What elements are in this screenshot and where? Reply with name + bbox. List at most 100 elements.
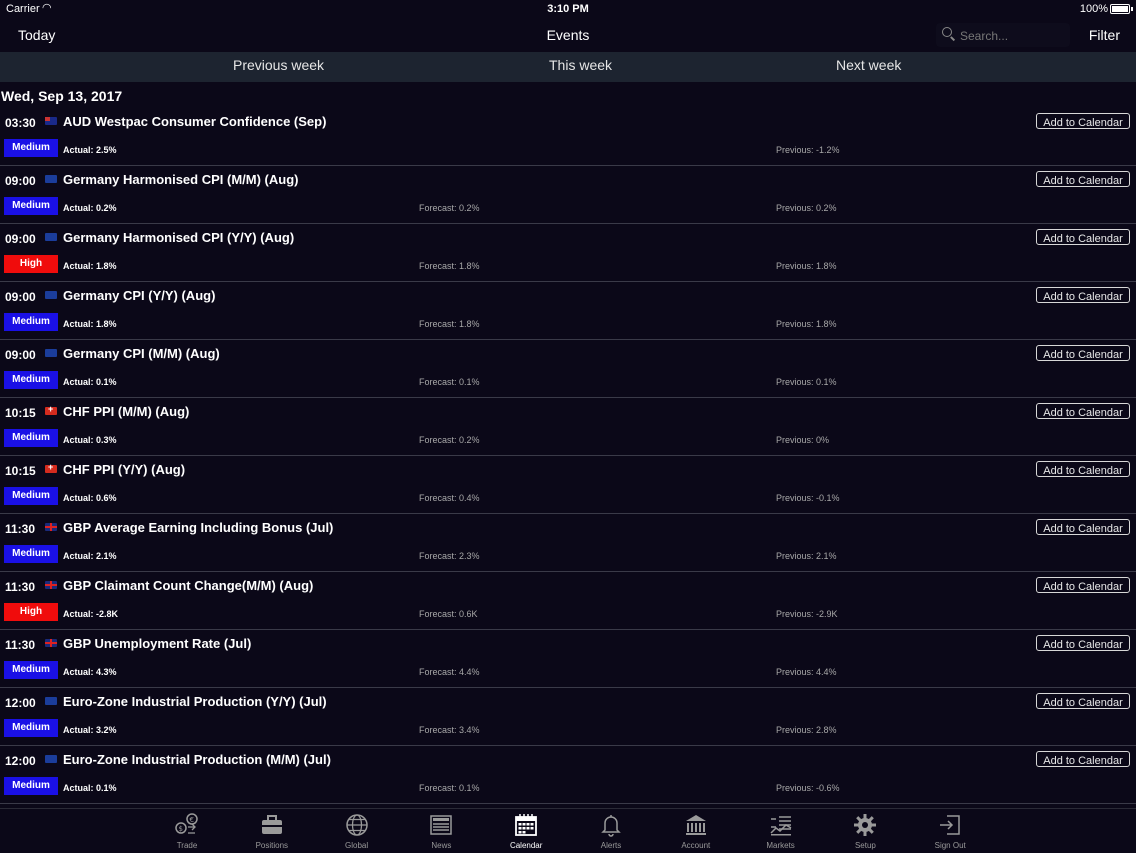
forecast-value: Forecast: 0.1% bbox=[419, 377, 480, 387]
event-row[interactable]: 11:30 GBP Unemployment Rate (Jul) Add to… bbox=[0, 630, 1136, 688]
events-list: 03:30 AUD Westpac Consumer Confidence (S… bbox=[0, 108, 1136, 804]
event-name: GBP Unemployment Rate (Jul) bbox=[63, 636, 252, 651]
previous-value: Previous: 1.8% bbox=[776, 261, 837, 271]
tab-label: Sign Out bbox=[934, 841, 966, 850]
tab-news[interactable]: News bbox=[411, 813, 471, 850]
flag-eu-icon bbox=[45, 697, 57, 705]
previous-value: Previous: 1.8% bbox=[776, 319, 837, 329]
tab-label: Global bbox=[345, 841, 369, 850]
tab-markets[interactable]: Markets bbox=[751, 813, 811, 850]
event-time: 11:30 bbox=[5, 522, 36, 536]
add-to-calendar-button[interactable]: Add to Calendar bbox=[1036, 519, 1130, 535]
actual-value: Actual: 2.1% bbox=[63, 551, 117, 561]
event-name: Euro-Zone Industrial Production (Y/Y) (J… bbox=[63, 694, 327, 709]
impact-badge: Medium bbox=[4, 661, 58, 679]
event-row[interactable]: 11:30 GBP Claimant Count Change(M/M) (Au… bbox=[0, 572, 1136, 630]
tab-positions[interactable]: Positions bbox=[242, 813, 302, 850]
briefcase-icon bbox=[260, 813, 284, 837]
event-row[interactable]: 10:15 CHF PPI (M/M) (Aug) Add to Calenda… bbox=[0, 398, 1136, 456]
event-name: Germany Harmonised CPI (Y/Y) (Aug) bbox=[63, 230, 295, 245]
event-name: CHF PPI (Y/Y) (Aug) bbox=[63, 462, 186, 477]
add-to-calendar-button[interactable]: Add to Calendar bbox=[1036, 403, 1130, 419]
impact-badge: Medium bbox=[4, 719, 58, 737]
tab-label: Calendar bbox=[509, 841, 543, 850]
next-week-button[interactable]: Next week bbox=[836, 57, 901, 73]
event-row[interactable]: 10:15 CHF PPI (Y/Y) (Aug) Add to Calenda… bbox=[0, 456, 1136, 514]
event-row[interactable]: 11:30 GBP Average Earning Including Bonu… bbox=[0, 514, 1136, 572]
add-to-calendar-button[interactable]: Add to Calendar bbox=[1036, 229, 1130, 245]
event-name: Germany Harmonised CPI (M/M) (Aug) bbox=[63, 172, 299, 187]
event-name: Germany CPI (Y/Y) (Aug) bbox=[63, 288, 216, 303]
tab-sign-out[interactable]: Sign Out bbox=[920, 813, 980, 850]
actual-value: Actual: 0.2% bbox=[63, 203, 117, 213]
event-row[interactable]: 09:00 Germany Harmonised CPI (M/M) (Aug)… bbox=[0, 166, 1136, 224]
forecast-value: Forecast: 4.4% bbox=[419, 667, 480, 677]
event-time: 03:30 bbox=[5, 116, 36, 130]
date-header: Wed, Sep 13, 2017 bbox=[1, 88, 123, 104]
previous-value: Previous: 0.1% bbox=[776, 377, 837, 387]
actual-value: Actual: -2.8K bbox=[63, 609, 119, 619]
add-to-calendar-button[interactable]: Add to Calendar bbox=[1036, 345, 1130, 361]
forecast-value: Forecast: 0.4% bbox=[419, 493, 480, 503]
event-name: CHF PPI (M/M) (Aug) bbox=[63, 404, 190, 419]
status-bar: Carrier ◠ 3:10 PM 100% bbox=[0, 0, 1136, 18]
previous-value: Previous: 2.8% bbox=[776, 725, 837, 735]
tab-setup[interactable]: Setup bbox=[835, 813, 895, 850]
impact-badge: Medium bbox=[4, 197, 58, 215]
search-box[interactable] bbox=[936, 23, 1070, 47]
flag-au-icon bbox=[45, 117, 57, 125]
flag-ch-icon bbox=[45, 462, 57, 473]
add-to-calendar-button[interactable]: Add to Calendar bbox=[1036, 635, 1130, 651]
previous-week-button[interactable]: Previous week bbox=[233, 57, 324, 73]
tab-trade[interactable]: € $ Trade bbox=[157, 813, 217, 850]
add-to-calendar-button[interactable]: Add to Calendar bbox=[1036, 577, 1130, 593]
gear-icon bbox=[853, 813, 877, 837]
event-row[interactable]: 09:00 Germany Harmonised CPI (Y/Y) (Aug)… bbox=[0, 224, 1136, 282]
forecast-value: Forecast: 0.2% bbox=[419, 435, 480, 445]
add-to-calendar-button[interactable]: Add to Calendar bbox=[1036, 751, 1130, 767]
event-row[interactable]: 12:00 Euro-Zone Industrial Production (M… bbox=[0, 746, 1136, 804]
tab-global[interactable]: Global bbox=[327, 813, 387, 850]
filter-button[interactable]: Filter bbox=[1089, 27, 1120, 43]
bank-icon bbox=[684, 813, 708, 837]
impact-badge: Medium bbox=[4, 139, 58, 157]
add-to-calendar-button[interactable]: Add to Calendar bbox=[1036, 461, 1130, 477]
previous-value: Previous: 0.2% bbox=[776, 203, 837, 213]
this-week-button[interactable]: This week bbox=[549, 57, 612, 73]
add-to-calendar-button[interactable]: Add to Calendar bbox=[1036, 287, 1130, 303]
event-time: 11:30 bbox=[5, 580, 36, 594]
event-time: 10:15 bbox=[5, 406, 36, 420]
tab-label: Setup bbox=[854, 841, 876, 850]
event-row[interactable]: 09:00 Germany CPI (Y/Y) (Aug) Add to Cal… bbox=[0, 282, 1136, 340]
flag-ch-icon bbox=[45, 404, 57, 415]
tab-calendar[interactable]: Calendar bbox=[496, 813, 556, 850]
tab-label: Account bbox=[681, 841, 711, 850]
forecast-value: Forecast: 1.8% bbox=[419, 319, 480, 329]
tab-label: Alerts bbox=[600, 841, 622, 850]
add-to-calendar-button[interactable]: Add to Calendar bbox=[1036, 693, 1130, 709]
event-row[interactable]: 12:00 Euro-Zone Industrial Production (Y… bbox=[0, 688, 1136, 746]
add-to-calendar-button[interactable]: Add to Calendar bbox=[1036, 171, 1130, 187]
add-to-calendar-button[interactable]: Add to Calendar bbox=[1036, 113, 1130, 129]
search-icon bbox=[942, 27, 952, 37]
impact-badge: Medium bbox=[4, 487, 58, 505]
actual-value: Actual: 1.8% bbox=[63, 319, 117, 329]
actual-value: Actual: 1.8% bbox=[63, 261, 117, 271]
markets-icon bbox=[769, 813, 793, 837]
event-time: 11:30 bbox=[5, 638, 36, 652]
status-time: 3:10 PM bbox=[547, 3, 589, 15]
forecast-value: Forecast: 0.6K bbox=[419, 609, 478, 619]
event-name: GBP Average Earning Including Bonus (Jul… bbox=[63, 520, 334, 535]
tab-account[interactable]: Account bbox=[666, 813, 726, 850]
previous-value: Previous: -0.1% bbox=[776, 493, 840, 503]
flag-eu-icon bbox=[45, 291, 57, 299]
actual-value: Actual: 3.2% bbox=[63, 725, 117, 735]
event-name: AUD Westpac Consumer Confidence (Sep) bbox=[63, 114, 327, 129]
tab-label: Markets bbox=[766, 841, 795, 850]
search-input[interactable] bbox=[958, 26, 1070, 46]
flag-eu-icon bbox=[45, 175, 57, 183]
event-time: 12:00 bbox=[5, 754, 36, 768]
tab-alerts[interactable]: Alerts bbox=[581, 813, 641, 850]
event-row[interactable]: 03:30 AUD Westpac Consumer Confidence (S… bbox=[0, 108, 1136, 166]
event-row[interactable]: 09:00 Germany CPI (M/M) (Aug) Add to Cal… bbox=[0, 340, 1136, 398]
